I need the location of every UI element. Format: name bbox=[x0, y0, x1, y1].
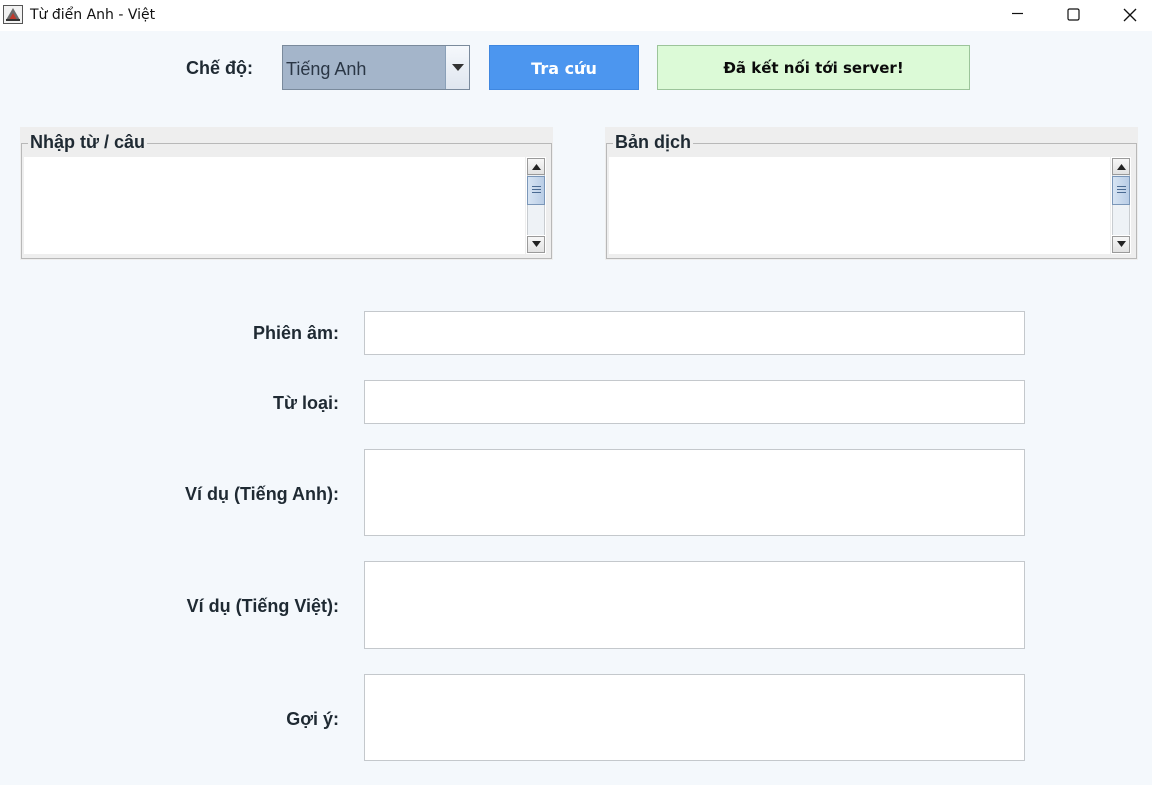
word-type-label: Từ loại: bbox=[272, 393, 339, 413]
translation-panel: Bản dịch bbox=[605, 127, 1138, 260]
arrow-up-icon bbox=[532, 164, 541, 170]
maximize-button[interactable] bbox=[1051, 0, 1097, 31]
scroll-thumb[interactable] bbox=[1112, 176, 1130, 205]
translation-scrollbar[interactable] bbox=[1111, 157, 1131, 254]
arrow-up-icon bbox=[1117, 164, 1126, 170]
scroll-down-button[interactable] bbox=[1112, 236, 1130, 253]
phonetic-field[interactable] bbox=[364, 311, 1025, 355]
example-en-label: Ví dụ (Tiếng Anh): bbox=[185, 484, 339, 504]
lookup-button[interactable]: Tra cứu bbox=[489, 45, 639, 90]
example-en-field[interactable] bbox=[364, 449, 1025, 536]
minimize-button[interactable] bbox=[994, 0, 1040, 31]
window-title: Từ điển Anh - Việt bbox=[30, 7, 156, 23]
input-textarea[interactable] bbox=[24, 157, 525, 254]
arrow-down-icon bbox=[532, 241, 541, 247]
input-panel-title: Nhập từ / câu bbox=[28, 132, 148, 153]
close-button[interactable] bbox=[1107, 0, 1152, 31]
example-vi-field[interactable] bbox=[364, 561, 1025, 649]
input-panel: Nhập từ / câu bbox=[20, 127, 553, 260]
scroll-up-button[interactable] bbox=[1112, 158, 1130, 175]
scroll-up-button[interactable] bbox=[527, 158, 545, 175]
dropdown-arrow-button[interactable] bbox=[445, 46, 469, 89]
scroll-down-button[interactable] bbox=[527, 236, 545, 253]
chevron-down-icon bbox=[452, 64, 464, 71]
word-type-field[interactable] bbox=[364, 380, 1025, 424]
mode-selected-value: Tiếng Anh bbox=[286, 59, 367, 79]
translation-panel-title: Bản dịch bbox=[613, 132, 694, 153]
arrow-down-icon bbox=[1117, 241, 1126, 247]
scroll-thumb[interactable] bbox=[527, 176, 545, 205]
suggestion-label: Gợi ý: bbox=[286, 709, 339, 729]
translation-textarea[interactable] bbox=[609, 157, 1110, 254]
input-scrollbar[interactable] bbox=[526, 157, 546, 254]
connection-status-badge: Đã kết nối tới server! bbox=[657, 45, 970, 90]
title-bar: Từ điển Anh - Việt bbox=[0, 0, 1152, 31]
phonetic-label: Phiên âm: bbox=[252, 323, 339, 343]
mode-label: Chế độ: bbox=[186, 58, 253, 78]
mode-dropdown[interactable]: Tiếng Anh bbox=[282, 45, 470, 90]
suggestion-field[interactable] bbox=[364, 674, 1025, 761]
java-app-icon bbox=[3, 5, 23, 24]
example-vi-label: Ví dụ (Tiếng Việt): bbox=[186, 596, 339, 616]
